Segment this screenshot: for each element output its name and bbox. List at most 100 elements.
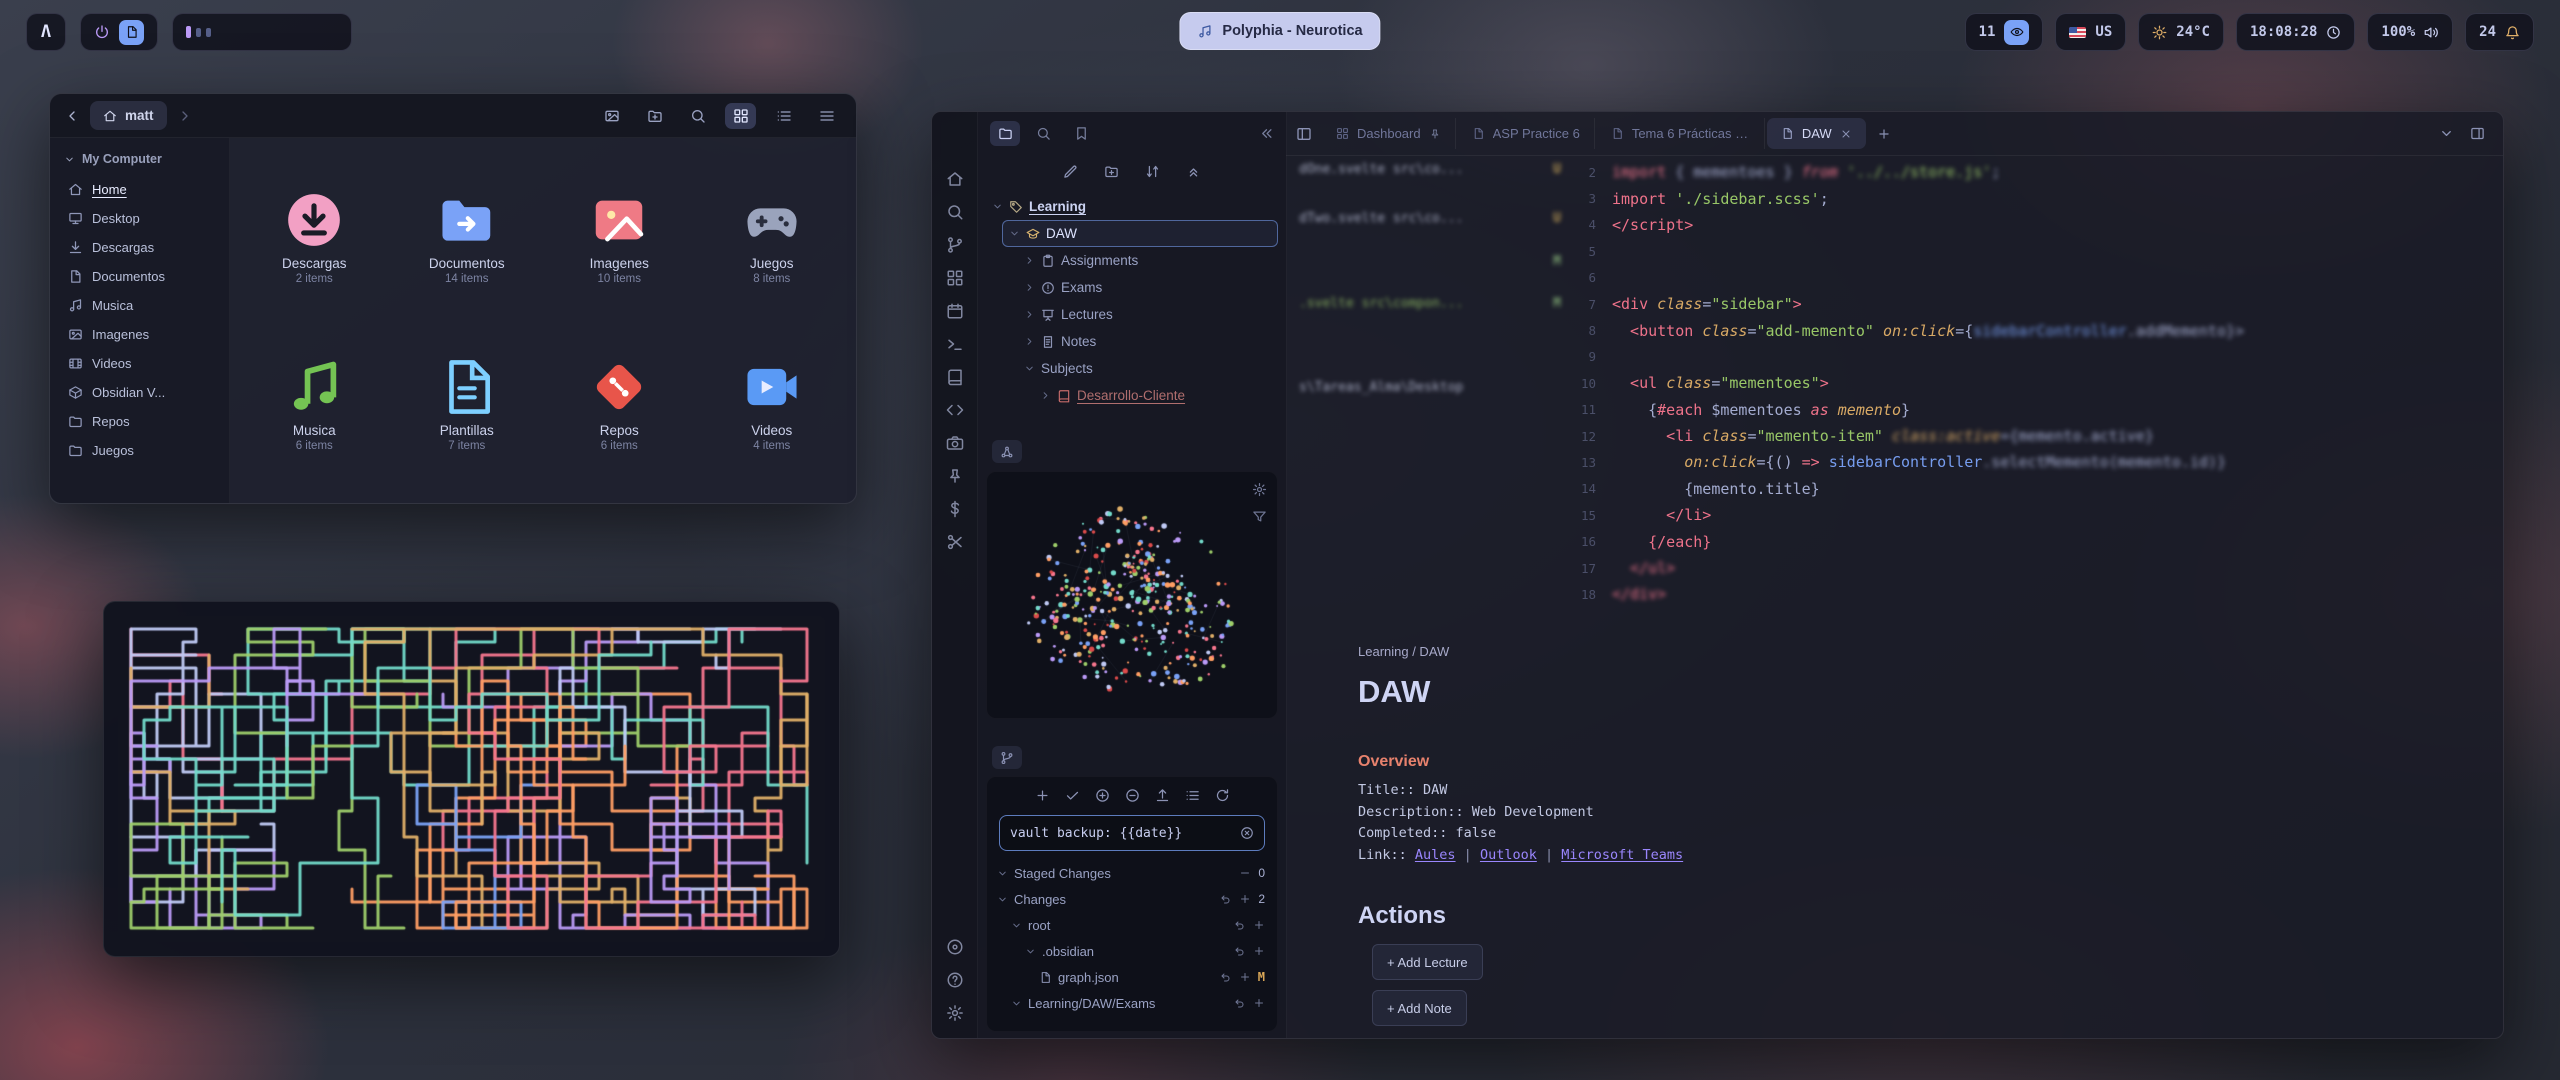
sidebar-item-home[interactable]: Home: [60, 175, 219, 204]
add-lecture-button[interactable]: + Add Lecture: [1372, 944, 1483, 980]
forward-icon[interactable]: [177, 108, 193, 124]
sidebar-item-repos[interactable]: Repos: [60, 407, 219, 436]
launcher-button[interactable]: Λ: [26, 13, 66, 51]
pin-icon[interactable]: [1429, 128, 1441, 140]
now-playing-pill[interactable]: Polyphia - Neurotica: [1179, 12, 1380, 50]
git-minus-icon[interactable]: [1239, 867, 1251, 879]
clear-icon[interactable]: [1240, 826, 1254, 840]
folder-tile-plantillas[interactable]: Plantillas7 items: [391, 321, 544, 488]
image-tool-button[interactable]: [596, 103, 627, 129]
tree-item-notes[interactable]: Notes: [1018, 328, 1278, 355]
sidebar-item-imagenes[interactable]: Imagenes: [60, 320, 219, 349]
sidebar-item-juegos[interactable]: Juegos: [60, 436, 219, 465]
git-undo-icon[interactable]: [1234, 919, 1246, 931]
pipes-terminal-window[interactable]: [103, 601, 840, 957]
workspace-indicator-pill[interactable]: [172, 13, 352, 51]
terminal-ribbon-icon[interactable]: [946, 335, 964, 353]
circle-dot-ribbon-icon[interactable]: [946, 938, 964, 956]
sidebar-item-desktop[interactable]: Desktop: [60, 204, 219, 233]
git-plus-icon[interactable]: [1239, 971, 1251, 983]
list-tool-button[interactable]: [768, 103, 799, 129]
power-icon[interactable]: [94, 24, 110, 40]
chevron-down-icon[interactable]: [1011, 998, 1022, 1009]
collapse-sidebar-icon[interactable]: [1259, 126, 1274, 141]
folder-tile-descargas[interactable]: Descargas2 items: [238, 154, 391, 321]
folder-tile-musica[interactable]: Musica6 items: [238, 321, 391, 488]
sidebar-tab-folder[interactable]: [990, 121, 1020, 146]
tree-item-lectures[interactable]: Lectures: [1018, 301, 1278, 328]
weather-indicator[interactable]: 24°C: [2138, 13, 2224, 51]
git-row-root[interactable]: root: [987, 912, 1277, 938]
tab-daw[interactable]: DAW: [1767, 118, 1866, 149]
chevron-right-icon[interactable]: [1024, 336, 1035, 347]
scissors-ribbon-icon[interactable]: [946, 533, 964, 551]
chevron-down-icon[interactable]: [1024, 363, 1035, 374]
link-outlook[interactable]: Outlook: [1480, 847, 1537, 863]
git-plus-icon[interactable]: [1035, 788, 1050, 803]
search-ribbon-icon[interactable]: [946, 203, 964, 221]
git-plus-icon[interactable]: [1253, 945, 1265, 957]
dollar-ribbon-icon[interactable]: [946, 500, 964, 518]
collapse-action-icon[interactable]: [1186, 164, 1201, 179]
panel-left-icon[interactable]: [1296, 126, 1312, 142]
chevron-down-icon[interactable]: [1025, 946, 1036, 957]
git-undo-icon[interactable]: [1220, 893, 1232, 905]
quick-actions-pill[interactable]: [80, 13, 158, 51]
grid-ribbon-icon[interactable]: [946, 269, 964, 287]
folder-plus-action-icon[interactable]: [1104, 164, 1119, 179]
tree-item-assignments[interactable]: Assignments: [1018, 247, 1278, 274]
git-check-icon[interactable]: [1065, 788, 1080, 803]
sidebar-item-musica[interactable]: Musica: [60, 291, 219, 320]
link-aules[interactable]: Aules: [1415, 847, 1456, 863]
sidebar-item-descargas[interactable]: Descargas: [60, 233, 219, 262]
branch-ribbon-icon[interactable]: [946, 236, 964, 254]
folder-tile-juegos[interactable]: Juegos8 items: [696, 154, 849, 321]
git-panel-tab[interactable]: [992, 746, 1022, 769]
add-note-button[interactable]: + Add Note: [1372, 990, 1467, 1026]
filter-icon[interactable]: [1252, 509, 1267, 524]
tree-item-exams[interactable]: Exams: [1018, 274, 1278, 301]
gear-ribbon-icon[interactable]: [946, 1004, 964, 1022]
help-ribbon-icon[interactable]: [946, 971, 964, 989]
link-microsoft-teams[interactable]: Microsoft Teams: [1561, 847, 1683, 863]
folder-tile-documentos[interactable]: Documentos14 items: [391, 154, 544, 321]
volume-indicator[interactable]: 100%: [2367, 13, 2453, 51]
tab-dashboard[interactable]: Dashboard: [1322, 118, 1456, 149]
git-refresh-icon[interactable]: [1215, 788, 1230, 803]
commit-message-input[interactable]: vault backup: {{date}}: [999, 815, 1265, 851]
git-plus-icon[interactable]: [1253, 997, 1265, 1009]
git-upload-icon[interactable]: [1155, 788, 1170, 803]
graph-canvas[interactable]: [987, 472, 1277, 718]
git-undo-icon[interactable]: [1234, 997, 1246, 1009]
sort-action-icon[interactable]: [1145, 164, 1160, 179]
back-icon[interactable]: [64, 108, 80, 124]
tab-list-icon[interactable]: [2439, 126, 2454, 141]
folder-tile-imagenes[interactable]: Imagenes10 items: [543, 154, 696, 321]
chevron-right-icon[interactable]: [1024, 309, 1035, 320]
sidebar-item-documentos[interactable]: Documentos: [60, 262, 219, 291]
screens-indicator[interactable]: 11: [1965, 13, 2044, 51]
chevron-down-icon[interactable]: [997, 894, 1008, 905]
pin-ribbon-icon[interactable]: [946, 467, 964, 485]
new-tab-button[interactable]: [1868, 118, 1900, 149]
gear-icon[interactable]: [1252, 482, 1267, 497]
chevron-down-icon[interactable]: [997, 868, 1008, 879]
grid-tool-button[interactable]: [725, 103, 756, 129]
folder-tile-videos[interactable]: Videos4 items: [696, 321, 849, 488]
tab-asp-practice-6[interactable]: ASP Practice 6: [1458, 118, 1595, 149]
chevron-right-icon[interactable]: [1024, 255, 1035, 266]
tree-item-daw[interactable]: DAW: [1002, 220, 1278, 247]
clock-indicator[interactable]: 18:08:28: [2236, 13, 2355, 51]
git-row-graph-json[interactable]: graph.jsonM: [987, 964, 1277, 990]
notifications-indicator[interactable]: 24: [2465, 13, 2534, 51]
git-plus-circle-icon[interactable]: [1095, 788, 1110, 803]
git-row-changes[interactable]: Changes2: [987, 886, 1277, 912]
tree-item-desarrollo-cliente[interactable]: Desarrollo-Cliente: [1034, 382, 1278, 409]
calendar-ribbon-icon[interactable]: [946, 302, 964, 320]
home-ribbon-icon[interactable]: [946, 170, 964, 188]
code-ribbon-icon[interactable]: [946, 401, 964, 419]
sidebar-header[interactable]: My Computer: [60, 150, 219, 175]
breadcrumb[interactable]: matt: [90, 101, 167, 130]
folder-tile-repos[interactable]: Repos6 items: [543, 321, 696, 488]
tree-item-subjects[interactable]: Subjects: [1018, 355, 1278, 382]
